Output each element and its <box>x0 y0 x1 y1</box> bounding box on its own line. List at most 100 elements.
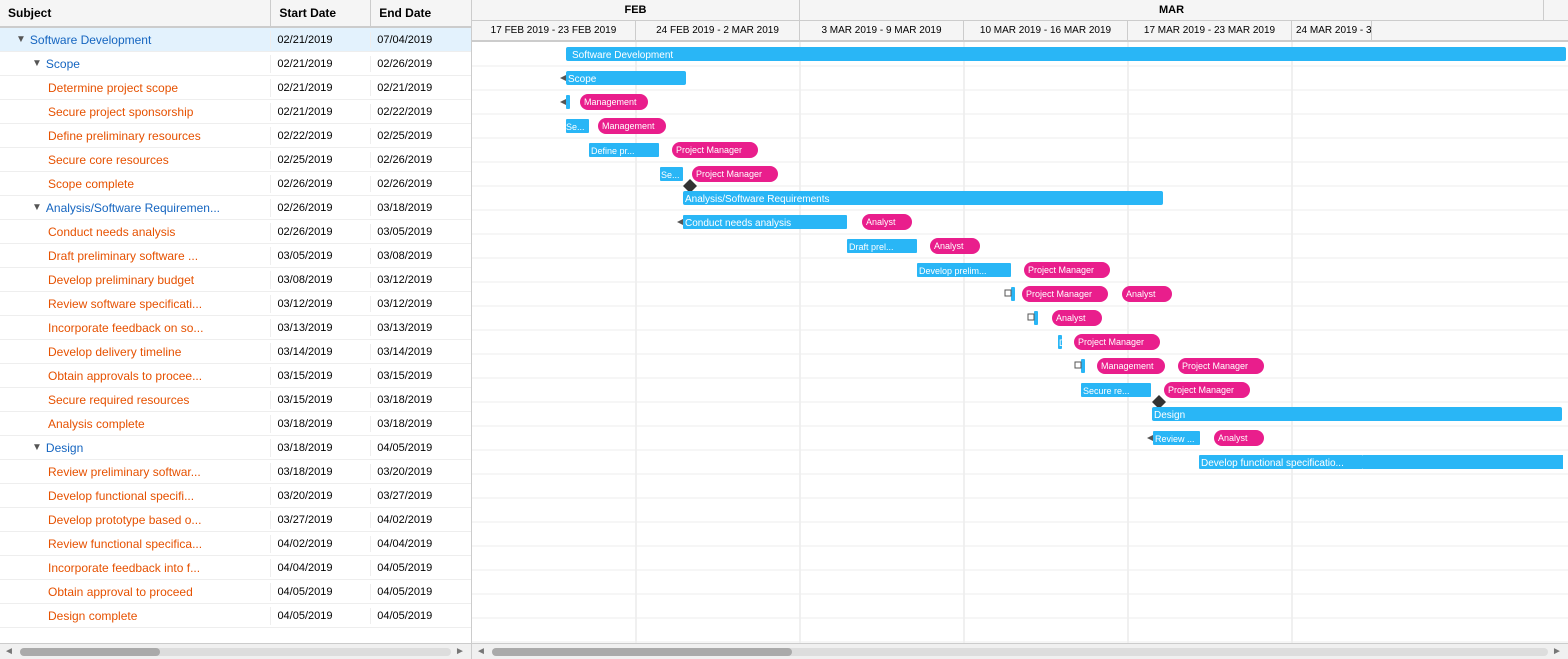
svg-text:Project Manager: Project Manager <box>1168 385 1234 395</box>
expand-icon[interactable]: ▼ <box>32 442 42 453</box>
task-end: 02/26/2019 <box>371 56 471 72</box>
table-row[interactable]: Secure core resources 02/25/2019 02/26/2… <box>0 148 471 172</box>
table-row[interactable]: Obtain approval to proceed 04/05/2019 04… <box>0 580 471 604</box>
table-row[interactable]: Incorporate feedback on so... 03/13/2019… <box>0 316 471 340</box>
task-end: 04/04/2019 <box>371 536 471 552</box>
table-row[interactable]: Determine project scope 02/21/2019 02/21… <box>0 76 471 100</box>
task-end: 02/26/2019 <box>371 176 471 192</box>
task-end: 03/12/2019 <box>371 296 471 312</box>
task-end: 03/18/2019 <box>371 416 471 432</box>
task-start: 02/26/2019 <box>271 224 371 240</box>
task-subject: Incorporate feedback on so... <box>0 319 271 337</box>
table-row[interactable]: Define preliminary resources 02/22/2019 … <box>0 124 471 148</box>
task-subject: Review software specificati... <box>0 295 271 313</box>
week-4: 10 MAR 2019 - 16 MAR 2019 <box>964 21 1128 40</box>
task-end: 04/02/2019 <box>371 512 471 528</box>
task-end: 02/22/2019 <box>371 104 471 120</box>
svg-text:Scope: Scope <box>568 74 597 85</box>
task-subject: Define preliminary resources <box>0 127 271 145</box>
svg-text:Management: Management <box>602 121 655 131</box>
svg-text:D: D <box>1059 338 1066 348</box>
gantt-horizontal-scrollbar[interactable] <box>492 648 1548 656</box>
task-start: 04/04/2019 <box>271 560 371 576</box>
table-row[interactable]: ▼ Software Development 02/21/2019 07/04/… <box>0 28 471 52</box>
table-row[interactable]: Review software specificati... 03/12/201… <box>0 292 471 316</box>
table-row[interactable]: Incorporate feedback into f... 04/04/201… <box>0 556 471 580</box>
svg-text:Analyst: Analyst <box>1056 313 1086 323</box>
task-subject: Secure project sponsorship <box>0 103 271 121</box>
svg-text:Project Manager: Project Manager <box>1028 265 1094 275</box>
task-start: 04/05/2019 <box>271 608 371 624</box>
table-row[interactable]: Draft preliminary software ... 03/05/201… <box>0 244 471 268</box>
task-subject: Obtain approval to proceed <box>0 583 271 601</box>
gantt-scroll-right-button[interactable]: ► <box>1552 646 1564 658</box>
task-start: 02/21/2019 <box>271 104 371 120</box>
month-row: FEB MAR <box>472 0 1568 21</box>
gantt-scrollbar-thumb[interactable] <box>492 648 792 656</box>
task-subject: Obtain approvals to procee... <box>0 367 271 385</box>
svg-text:Analyst: Analyst <box>934 241 964 251</box>
task-end: 03/05/2019 <box>371 224 471 240</box>
task-end: 03/12/2019 <box>371 272 471 288</box>
task-end: 02/25/2019 <box>371 128 471 144</box>
task-end: 04/05/2019 <box>371 584 471 600</box>
gantt-scroll-left-button[interactable]: ◄ <box>476 646 488 658</box>
table-row[interactable]: Obtain approvals to procee... 03/15/2019… <box>0 364 471 388</box>
task-start: 02/21/2019 <box>271 32 371 48</box>
task-start: 03/27/2019 <box>271 512 371 528</box>
svg-text:Develop functional specificati: Develop functional specificatio... <box>1201 458 1344 469</box>
horizontal-scrollbar[interactable] <box>20 648 160 656</box>
scroll-right-button[interactable]: ► <box>455 646 467 658</box>
table-row[interactable]: ▼ Analysis/Software Requiremen... 02/26/… <box>0 196 471 220</box>
svg-text:Analyst: Analyst <box>1126 289 1156 299</box>
table-row[interactable]: Conduct needs analysis 02/26/2019 03/05/… <box>0 220 471 244</box>
task-end: 03/18/2019 <box>371 392 471 408</box>
table-row[interactable]: Secure project sponsorship 02/21/2019 02… <box>0 100 471 124</box>
task-subject: ▼ Software Development <box>0 31 271 49</box>
task-list: ▼ Software Development 02/21/2019 07/04/… <box>0 28 471 643</box>
expand-icon[interactable]: ▼ <box>32 58 42 69</box>
table-row[interactable]: Develop functional specifi... 03/20/2019… <box>0 484 471 508</box>
table-row[interactable]: Analysis complete 03/18/2019 03/18/2019 <box>0 412 471 436</box>
task-end: 03/20/2019 <box>371 464 471 480</box>
svg-text:Project Manager: Project Manager <box>696 169 762 179</box>
table-row[interactable]: ▼ Scope 02/21/2019 02/26/2019 <box>0 52 471 76</box>
task-subject: Draft preliminary software ... <box>0 247 271 265</box>
task-end: 04/05/2019 <box>371 440 471 456</box>
week-2: 24 FEB 2019 - 2 MAR 2019 <box>636 21 800 40</box>
task-start: 03/18/2019 <box>271 416 371 432</box>
svg-text:Define pr...: Define pr... <box>591 146 635 156</box>
task-subject: Develop preliminary budget <box>0 271 271 289</box>
task-subject: Secure required resources <box>0 391 271 409</box>
task-start: 03/14/2019 <box>271 344 371 360</box>
gantt-svg: Software Development Scope Management Se… <box>472 42 1568 643</box>
scroll-left-button[interactable]: ◄ <box>4 646 16 658</box>
task-end: 03/14/2019 <box>371 344 471 360</box>
svg-text:Management: Management <box>1101 361 1154 371</box>
gantt-header: FEB MAR 17 FEB 2019 - 23 FEB 2019 24 FEB… <box>472 0 1568 42</box>
table-row[interactable]: Secure required resources 03/15/2019 03/… <box>0 388 471 412</box>
svg-text:Project Manager: Project Manager <box>1026 289 1092 299</box>
task-subject: Determine project scope <box>0 79 271 97</box>
gantt-body: Software Development Scope Management Se… <box>472 42 1568 643</box>
table-row[interactable]: ▼ Design 03/18/2019 04/05/2019 <box>0 436 471 460</box>
table-row[interactable]: Develop prototype based o... 03/27/2019 … <box>0 508 471 532</box>
svg-text:Se...: Se... <box>566 122 585 132</box>
table-row[interactable]: Scope complete 02/26/2019 02/26/2019 <box>0 172 471 196</box>
end-date-header: End Date <box>371 0 471 26</box>
gantt-timeline: FEB MAR 17 FEB 2019 - 23 FEB 2019 24 FEB… <box>472 0 1568 659</box>
left-panel: Subject Start Date End Date ▼ Software D… <box>0 0 472 659</box>
table-row[interactable]: Review preliminary softwar... 03/18/2019… <box>0 460 471 484</box>
task-start: 03/05/2019 <box>271 248 371 264</box>
table-row[interactable]: Develop preliminary budget 03/08/2019 03… <box>0 268 471 292</box>
task-start: 02/26/2019 <box>271 176 371 192</box>
svg-text:Analyst: Analyst <box>1218 433 1248 443</box>
expand-icon[interactable]: ▼ <box>16 34 26 45</box>
task-end: 03/18/2019 <box>371 200 471 216</box>
table-row[interactable]: Design complete 04/05/2019 04/05/2019 <box>0 604 471 628</box>
week-row: 17 FEB 2019 - 23 FEB 2019 24 FEB 2019 - … <box>472 21 1568 40</box>
expand-icon[interactable]: ▼ <box>32 202 42 213</box>
table-row[interactable]: Review functional specifica... 04/02/201… <box>0 532 471 556</box>
gantt-scrollbar-container: ◄ ► <box>472 643 1568 659</box>
table-row[interactable]: Develop delivery timeline 03/14/2019 03/… <box>0 340 471 364</box>
